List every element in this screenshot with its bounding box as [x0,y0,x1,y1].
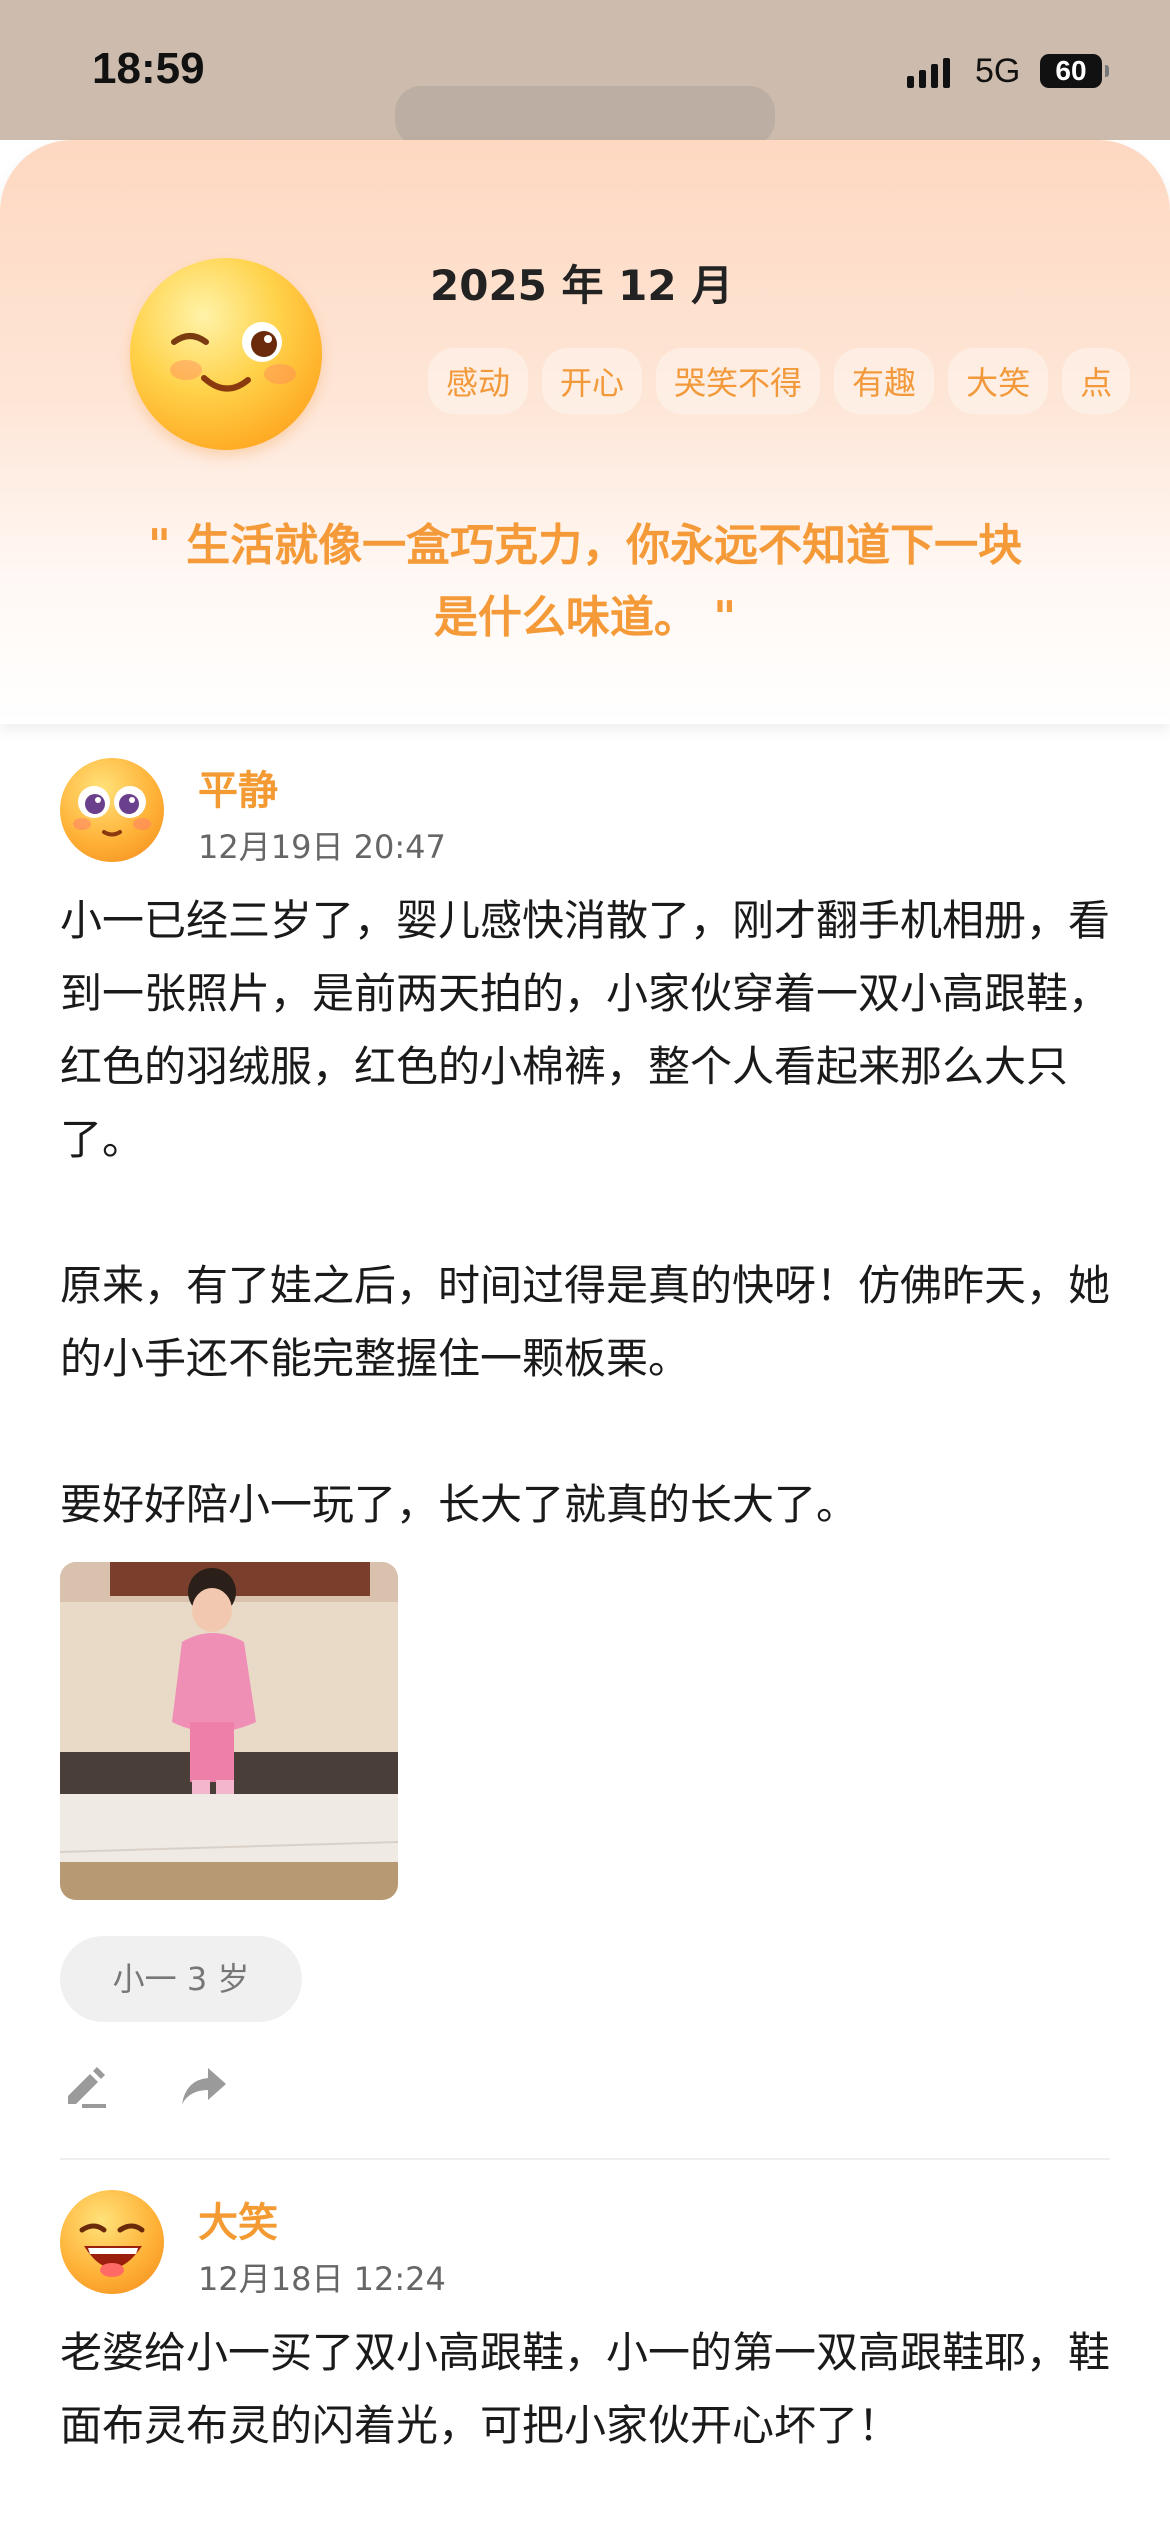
entry-text: 小一已经三岁了，婴儿感快消散了，刚才翻手机相册，看到一张照片，是前两天拍的，小家… [60,884,1120,1541]
quote-line: 是什么味道。 " [433,592,737,643]
edit-icon[interactable] [60,2060,112,2112]
laugh-emoji-icon [60,2190,164,2294]
sheet-handle[interactable] [395,86,775,146]
network-label: 5G [975,52,1021,90]
entry-mood: 平静 [198,768,278,814]
mood-tag-list: 感动 开心 哭笑不得 有趣 大笑 点 [428,348,1131,414]
quote-line: " 生活就像一盒巧克力，你永远不知道下一块 [147,520,1023,571]
share-icon[interactable] [178,2060,230,2112]
mood-tag[interactable]: 点 [1062,348,1131,414]
entry-paragraph: 小一已经三岁了，婴儿感快消散了，刚才翻手机相册，看到一张照片，是前两天拍的，小家… [60,896,1111,1164]
entry-divider [60,2158,1110,2160]
mood-tag[interactable]: 开心 [542,348,643,414]
battery-icon: 60 [1040,54,1109,88]
mood-tag[interactable]: 感动 [428,348,529,414]
entry-date: 12月18日 12:24 [198,2260,446,2298]
daily-quote: " 生活就像一盒巧克力，你永远不知道下一块 是什么味道。 " [70,510,1100,654]
month-header-card: 2025 年 12 月 感动 开心 哭笑不得 有趣 大笑 点 " 生活就像一盒巧… [0,140,1170,724]
wink-emoji-icon [130,258,322,450]
month-title: 2025 年 12 月 [430,261,734,310]
entry-photo[interactable] [60,1562,398,1900]
entry-mood: 大笑 [198,2200,278,2246]
topic-tag-chip[interactable]: 小一 3 岁 [60,1936,302,2022]
entry-paragraph: 原来，有了娃之后，时间过得是真的快呀！仿佛昨天，她的小手还不能完整握住一颗板栗。 [60,1261,1111,1383]
entry-text: 老婆给小一买了双小高跟鞋，小一的第一双高跟鞋耶，鞋面布灵布灵的闪着光，可把小家伙… [60,2316,1120,2462]
mood-tag[interactable]: 哭笑不得 [656,348,821,414]
status-time: 18:59 [92,44,205,93]
mood-tag[interactable]: 有趣 [834,348,935,414]
entry-paragraph: 要好好陪小一玩了，长大了就真的长大了。 [60,1480,859,1529]
entry-date: 12月19日 20:47 [198,828,446,866]
signal-icon [907,58,950,88]
entry-paragraph: 老婆给小一买了双小高跟鞋，小一的第一双高跟鞋耶，鞋面布灵布灵的闪着光，可把小家伙… [60,2328,1111,2450]
calm-emoji-icon [60,758,164,862]
mood-tag[interactable]: 大笑 [948,348,1049,414]
